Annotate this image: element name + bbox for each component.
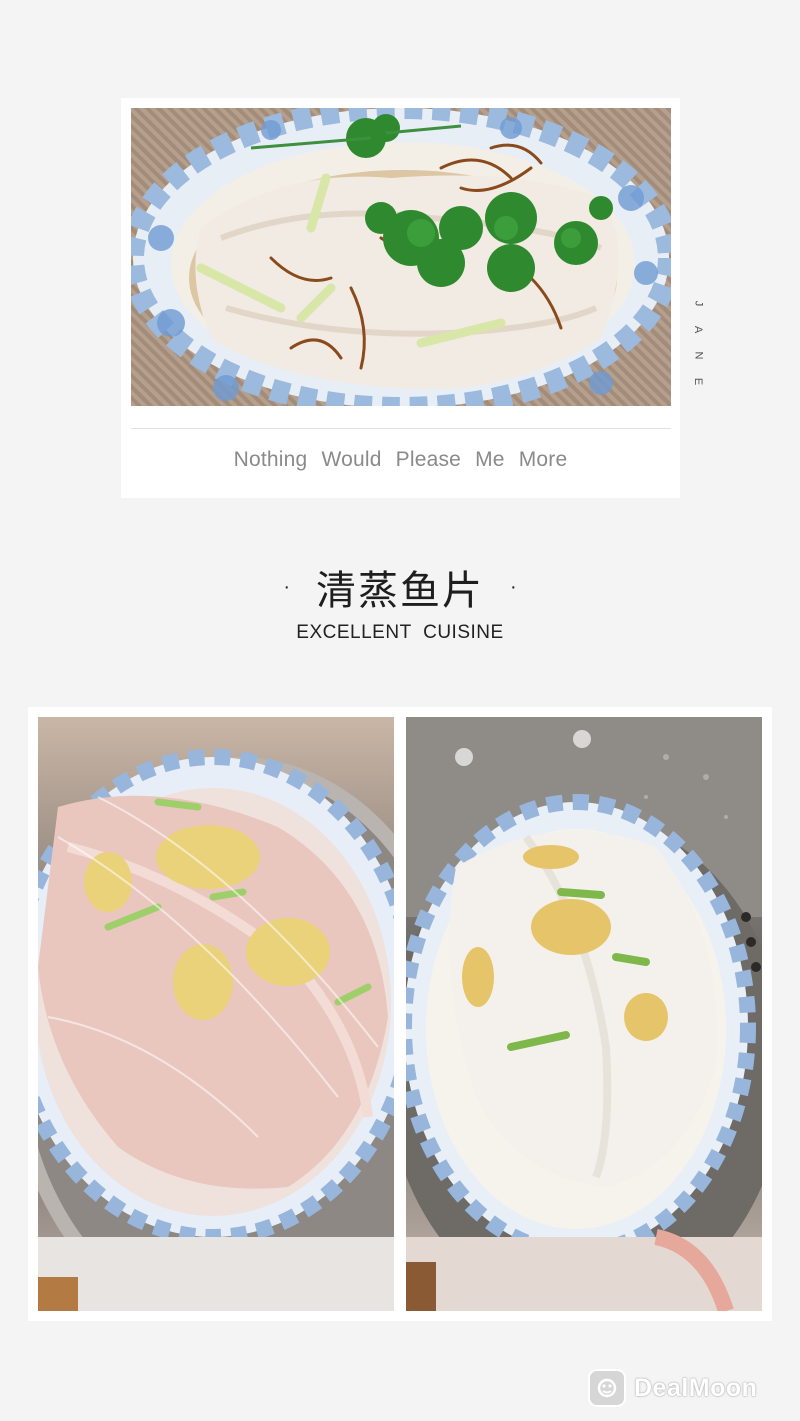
signature-letter: J [692,300,704,308]
watermark: DealMoon [588,1369,758,1407]
raw-fish-photo [38,717,394,1311]
signature-letter: E [692,377,704,387]
title-row: · 清蒸鱼片 · [0,558,800,616]
watermark-text: DealMoon [634,1373,758,1402]
side-signature: J A N E [690,298,706,388]
title-dot-left: · [283,575,290,598]
page-subtitle: EXCELLENT CUISINE [296,622,504,643]
steamed-fish-pot-photo [406,717,762,1311]
page-title: 清蒸鱼片 [316,568,484,614]
top-photo-card: Nothing Would Please Me More [121,98,680,498]
title-dot-right: · [510,575,517,598]
card-caption: Nothing Would Please Me More [233,448,568,471]
bottom-photo-frame [28,707,772,1321]
steamed-fish-photo [131,108,671,406]
card-divider [131,428,671,429]
dealmoon-logo-icon [588,1369,626,1407]
signature-letter: N [691,351,704,361]
signature-letter: A [692,325,704,335]
